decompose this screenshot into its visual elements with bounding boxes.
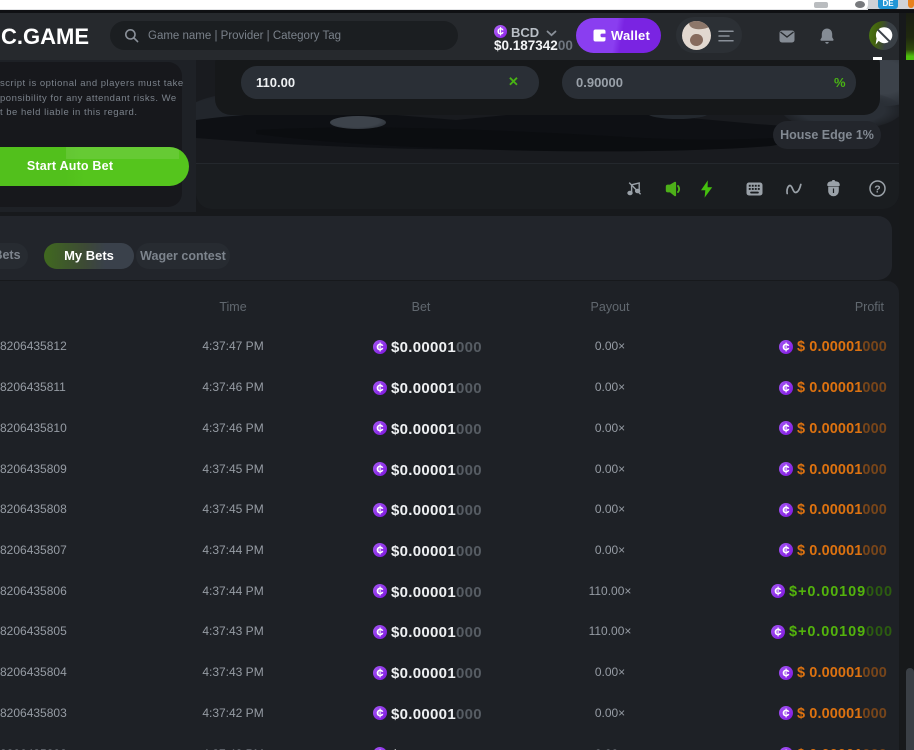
svg-text:¢: ¢ [782,462,789,476]
svg-text:¢: ¢ [782,503,789,517]
svg-text:?: ? [874,183,880,195]
svg-text:¢: ¢ [376,543,383,557]
svg-text:¢: ¢ [782,340,789,354]
svg-text:¢: ¢ [497,25,504,38]
svg-text:¢: ¢ [782,666,789,680]
svg-text:¢: ¢ [774,584,781,598]
svg-text:¢: ¢ [782,543,789,557]
svg-text:¢: ¢ [782,421,789,435]
svg-text:¢: ¢ [376,666,383,680]
svg-text:¢: ¢ [376,381,383,395]
svg-text:¢: ¢ [774,625,781,639]
svg-text:¢: ¢ [376,584,383,598]
svg-text:¢: ¢ [782,381,789,395]
svg-text:¢: ¢ [376,421,383,435]
svg-text:¢: ¢ [376,340,383,354]
svg-text:¢: ¢ [376,706,383,720]
svg-text:¢: ¢ [376,503,383,517]
svg-text:¢: ¢ [376,625,383,639]
svg-text:¢: ¢ [376,462,383,476]
svg-text:¢: ¢ [782,706,789,720]
